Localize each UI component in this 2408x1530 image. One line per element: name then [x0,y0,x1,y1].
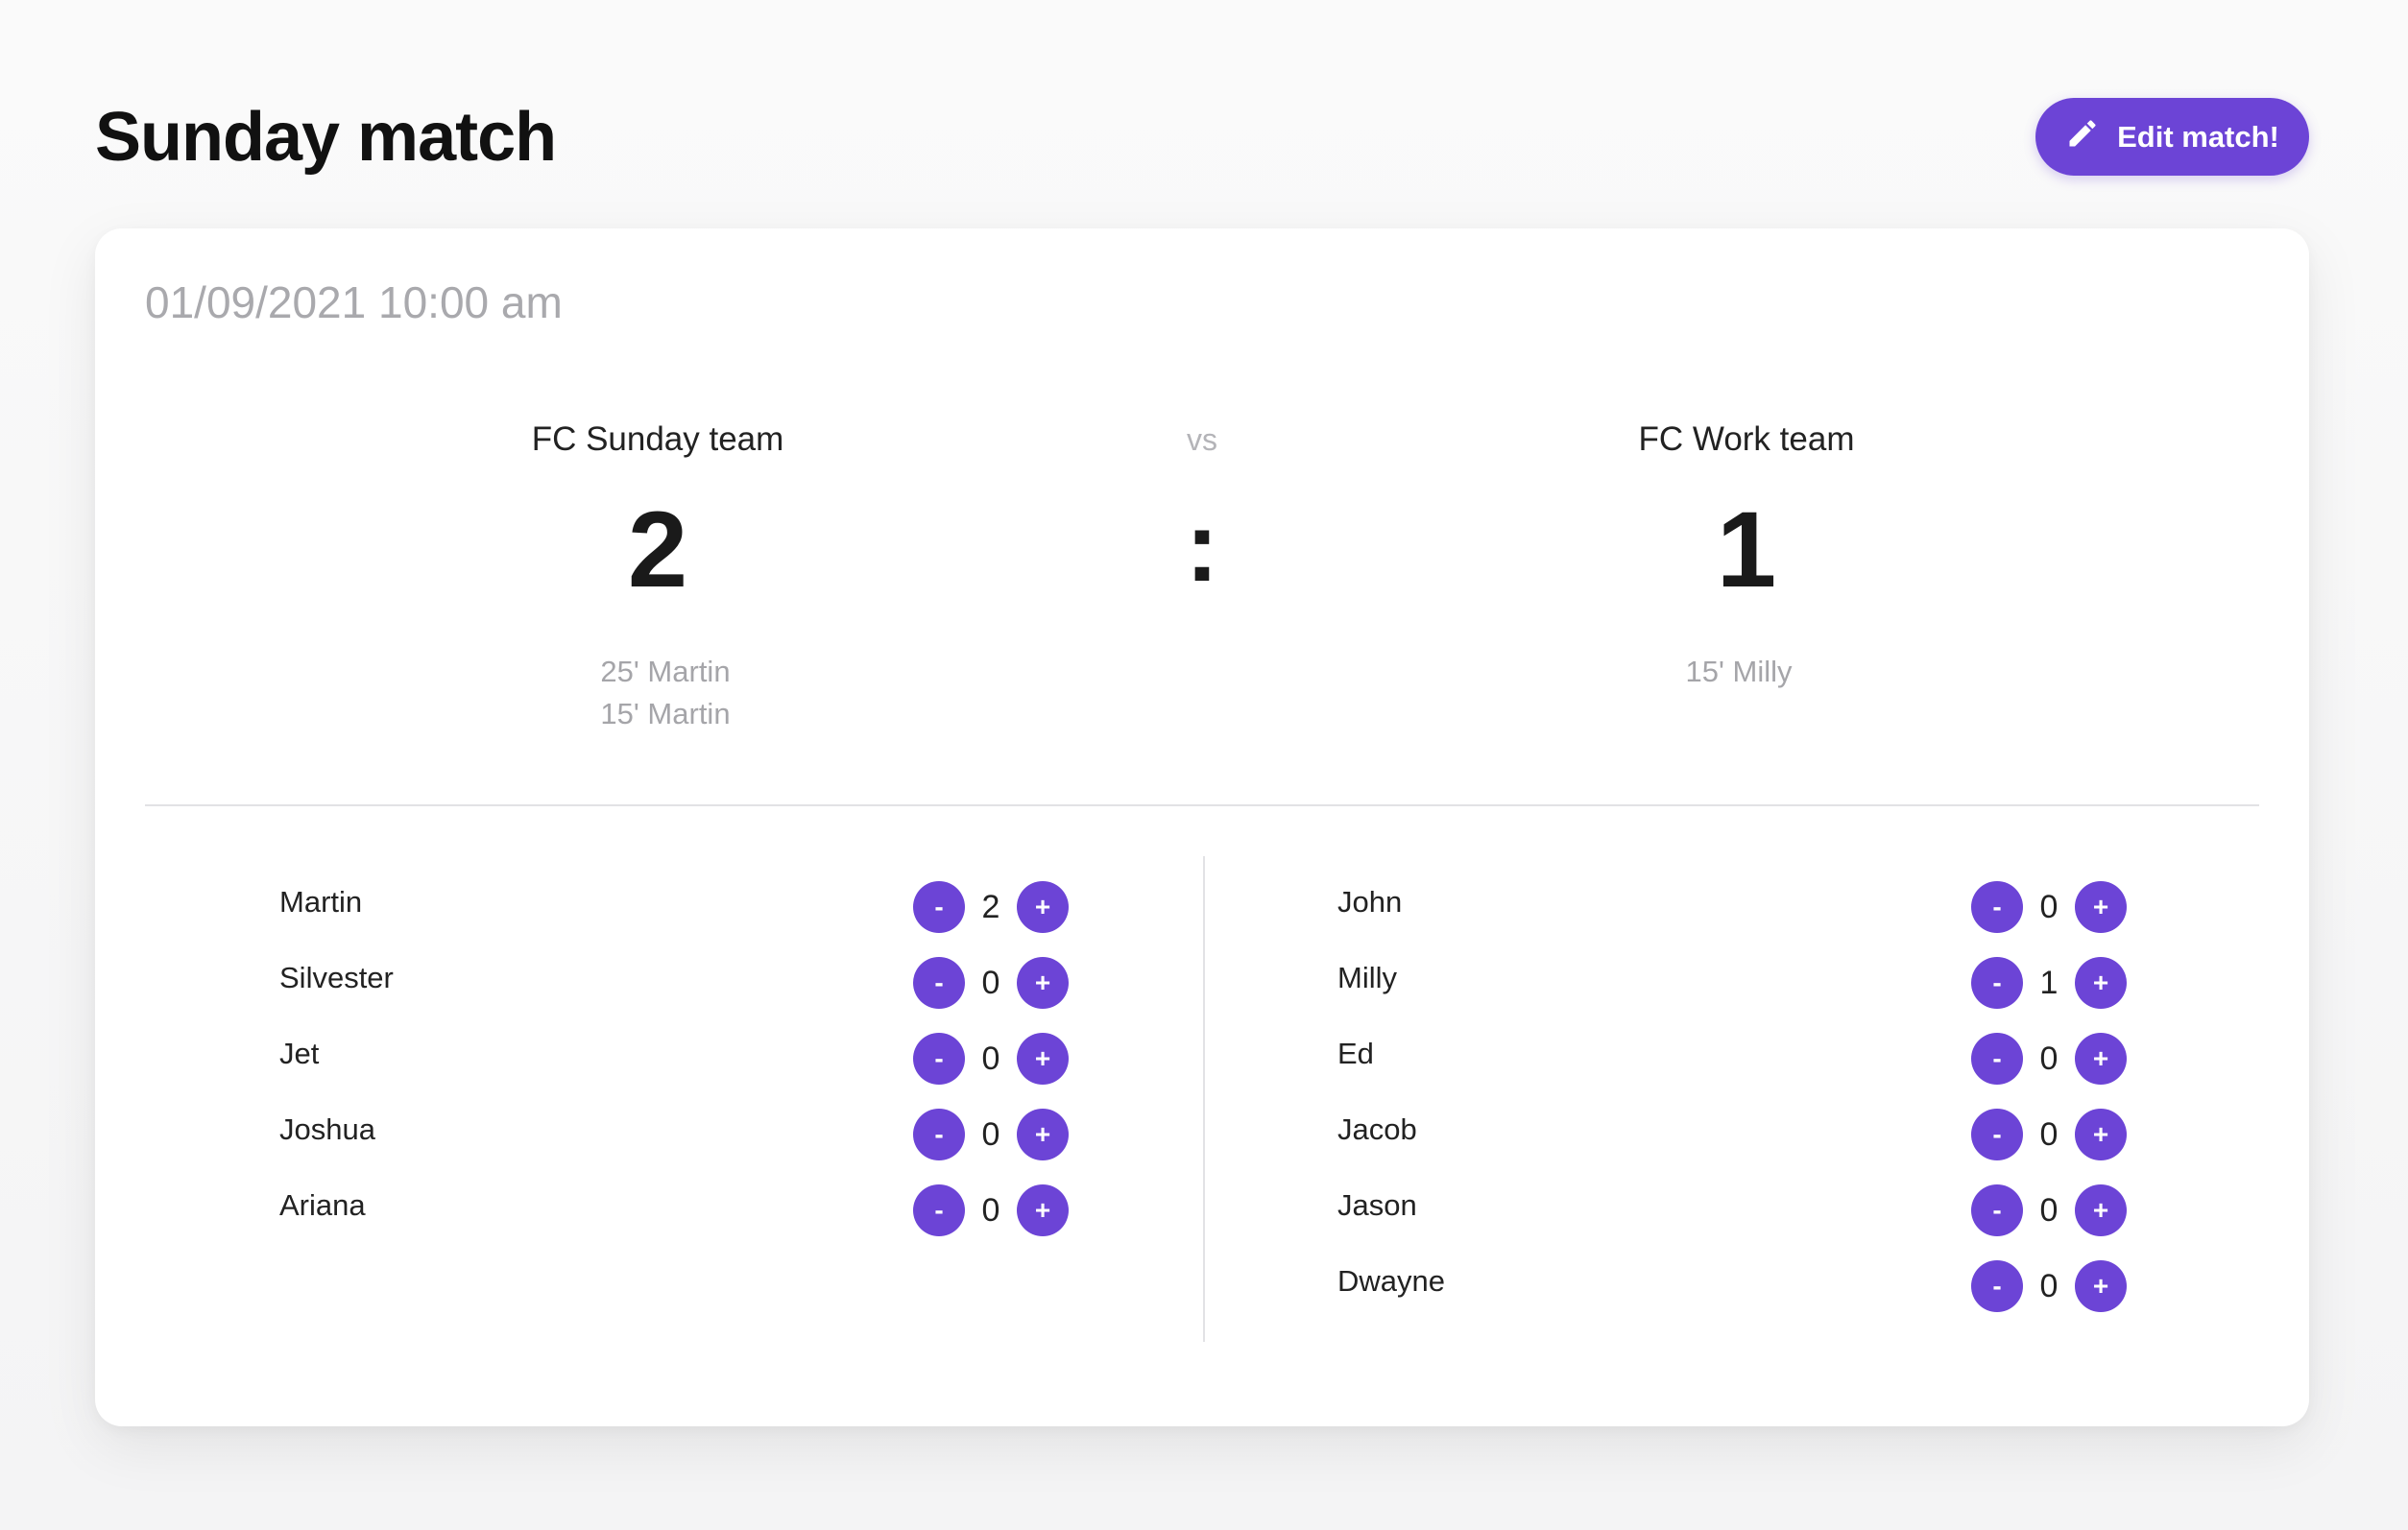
increment-goal-button[interactable]: + [1017,1184,1069,1236]
home-team-name: FC Sunday team [531,420,784,458]
player-name: Joshua [279,1112,375,1146]
goal-counter: - 0 + [913,1184,1069,1236]
away-score: 1 [1716,490,1777,610]
increment-goal-button[interactable]: + [1017,957,1069,1009]
player-name: Jacob [1337,1112,1417,1146]
goal-count: 0 [2039,888,2059,925]
decrement-goal-button[interactable]: - [913,1033,965,1085]
away-goal-list: 15' Milly [1547,651,1931,693]
increment-goal-button[interactable]: + [2075,1184,2127,1236]
decrement-goal-button[interactable]: - [913,1184,965,1236]
page-title: Sunday match [95,99,557,176]
player-row: Milly - 1 + [1337,957,2127,1033]
decrement-goal-button[interactable]: - [1971,1109,2023,1160]
section-divider [145,804,2259,806]
goal-counter: - 0 + [913,1109,1069,1160]
player-row: Jacob - 0 + [1337,1109,2127,1184]
goal-count: 0 [981,1040,1000,1077]
edit-match-label: Edit match! [2117,119,2279,154]
decrement-goal-button[interactable]: - [913,957,965,1009]
goal-counter: - 0 + [913,1033,1069,1085]
decrement-goal-button[interactable]: - [1971,1260,2023,1312]
goal-entry: 15' Martin [600,697,731,730]
increment-goal-button[interactable]: + [2075,881,2127,933]
pencil-icon [2065,116,2100,158]
goal-count: 1 [2039,964,2059,1001]
player-row: Silvester - 0 + [279,957,1069,1033]
goal-counter: - 0 + [1971,1033,2127,1085]
away-team-name: FC Work team [1638,420,1855,458]
goal-count: 0 [981,964,1000,1001]
away-roster: John - 0 + Milly - 1 + Ed - 0 + Jacob - … [1337,881,2127,1336]
player-name: Jason [1337,1188,1417,1222]
edit-match-button[interactable]: Edit match! [2035,98,2309,176]
increment-goal-button[interactable]: + [2075,957,2127,1009]
goal-count: 0 [981,1191,1000,1229]
increment-goal-button[interactable]: + [1017,881,1069,933]
player-row: Martin - 2 + [279,881,1069,957]
player-row: Ed - 0 + [1337,1033,2127,1109]
player-row: John - 0 + [1337,881,2127,957]
page-header: Sunday match Edit match! [95,88,2309,184]
player-name: Ed [1337,1037,1374,1070]
goal-counter: - 0 + [1971,1184,2127,1236]
player-row: Ariana - 0 + [279,1184,1069,1260]
goal-counter: - 1 + [1971,957,2127,1009]
player-row: Dwayne - 0 + [1337,1260,2127,1336]
goal-count: 0 [2039,1191,2059,1229]
goal-count: 2 [981,888,1000,925]
player-name: Milly [1337,961,1397,994]
player-name: Martin [279,885,363,919]
goal-entry: 25' Martin [600,655,731,688]
player-row: Joshua - 0 + [279,1109,1069,1184]
increment-goal-button[interactable]: + [2075,1033,2127,1085]
increment-goal-button[interactable]: + [2075,1109,2127,1160]
goal-counter: - 2 + [913,881,1069,933]
goal-count: 0 [2039,1267,2059,1304]
player-name: John [1337,885,1403,919]
goal-counter: - 0 + [913,957,1069,1009]
home-roster: Martin - 2 + Silvester - 0 + Jet - 0 + J… [279,881,1069,1260]
player-name: Silvester [279,961,394,994]
increment-goal-button[interactable]: + [1017,1033,1069,1085]
decrement-goal-button[interactable]: - [1971,881,2023,933]
match-card: 01/09/2021 10:00 am FC Sunday team vs FC… [95,228,2309,1426]
goal-count: 0 [2039,1040,2059,1077]
decrement-goal-button[interactable]: - [913,1109,965,1160]
player-row: Jet - 0 + [279,1033,1069,1109]
decrement-goal-button[interactable]: - [913,881,965,933]
decrement-goal-button[interactable]: - [1971,1184,2023,1236]
decrement-goal-button[interactable]: - [1971,957,2023,1009]
player-row: Jason - 0 + [1337,1184,2127,1260]
goal-counter: - 0 + [1971,881,2127,933]
player-name: Ariana [279,1188,366,1222]
increment-goal-button[interactable]: + [2075,1260,2127,1312]
player-name: Jet [279,1037,320,1070]
match-page: Sunday match Edit match! 01/09/2021 10:0… [0,0,2408,1530]
goal-counter: - 0 + [1971,1260,2127,1312]
goal-count: 0 [981,1115,1000,1153]
increment-goal-button[interactable]: + [1017,1109,1069,1160]
home-score: 2 [627,490,688,610]
goal-counter: - 0 + [1971,1109,2127,1160]
goal-count: 0 [2039,1115,2059,1153]
match-datetime: 01/09/2021 10:00 am [145,277,563,327]
home-goal-list: 25' Martin 15' Martin [473,651,857,735]
decrement-goal-button[interactable]: - [1971,1033,2023,1085]
vs-label: vs [1187,422,1217,457]
goal-entry: 15' Milly [1685,655,1793,688]
score-separator: : [1185,491,1219,603]
player-name: Dwayne [1337,1264,1445,1298]
team-divider [1203,856,1205,1342]
